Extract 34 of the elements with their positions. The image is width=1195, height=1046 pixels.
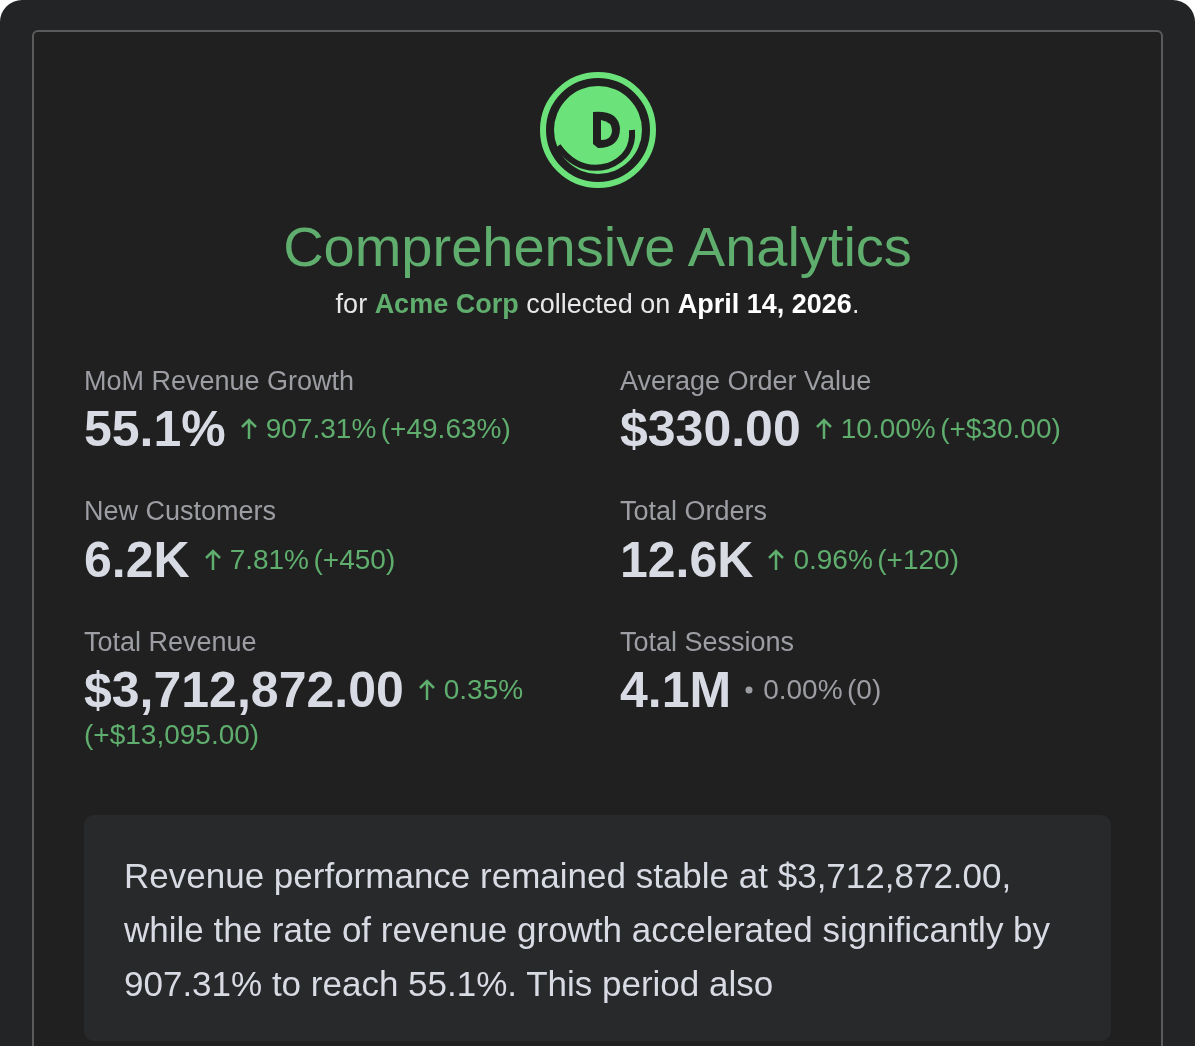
change-percent: 10.00% [840, 413, 936, 444]
up-arrow-icon [239, 417, 258, 441]
change-delta: (+$30.00) [940, 413, 1061, 444]
change-percent: 0.35% [443, 674, 524, 706]
metric-label: New Customers [84, 495, 277, 528]
change-delta: (+49.63%) [380, 413, 511, 444]
metric-value: 12.6K [620, 531, 754, 588]
metric-label: Total Orders [620, 495, 768, 528]
metric-value: 4.1M [620, 662, 732, 719]
metric-label: MoM Revenue Growth [84, 364, 355, 398]
metric-value: 55.1% [84, 401, 226, 457]
up-arrow-icon [814, 417, 833, 441]
change-percent: 0.00% [763, 674, 843, 706]
metric-value: $3,712,872.00 [84, 662, 404, 719]
metric-label: Average Order Value [620, 364, 872, 398]
up-arrow-icon [417, 678, 436, 703]
change-percent: 7.81% [229, 543, 310, 575]
metric-label: Total Sessions [620, 625, 795, 659]
change-delta: (+450) [313, 543, 396, 575]
change-delta: (+$13,095.00) [84, 718, 260, 750]
up-arrow-icon [203, 547, 222, 572]
report-subtitle: for Acme Corp collected on April 14, 2026. [334, 288, 861, 321]
up-arrow-icon [767, 547, 786, 572]
change-percent: 0.96% [793, 543, 873, 575]
metric-value: 6.2K [84, 531, 190, 588]
metric-value: $330.00 [620, 401, 801, 457]
change-percent: 907.31% [265, 413, 377, 444]
change-delta: (+120) [877, 543, 959, 575]
summary-text: Revenue performance remained stable at $3,712,872.00, while the rate of revenue growth accelerated significantly by 907.31% to reach 55.1%. This period also [124, 854, 1052, 1005]
report-title: Comprehensive Analytics [282, 214, 913, 280]
dot-icon [745, 686, 754, 695]
logo-icon [537, 70, 658, 190]
metric-label: Total Revenue [84, 625, 257, 659]
change-delta: (0) [847, 674, 882, 706]
